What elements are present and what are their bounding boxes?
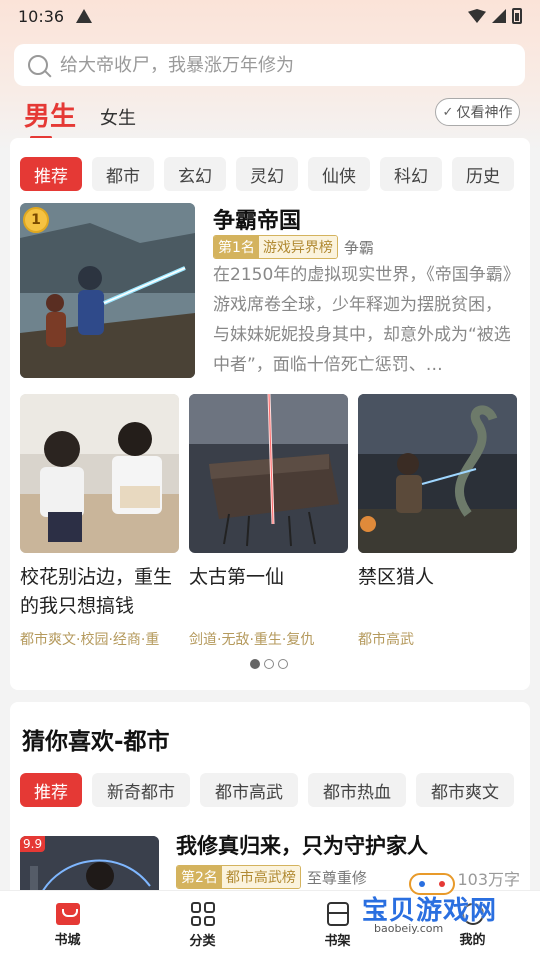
book-item[interactable]: 校花别沾边，重生的我只想搞钱 都市爽文·校园·经商·重 <box>20 394 179 649</box>
book-title[interactable]: 校花别沾边，重生的我只想搞钱 <box>20 563 179 623</box>
book-cover[interactable] <box>189 394 348 553</box>
book-title[interactable]: 太古第一仙 <box>189 563 348 623</box>
tab-male[interactable]: 男生 <box>24 96 76 139</box>
featured-book-description: 在2150年的虚拟现实世界，《帝国争霸》游戏席卷全球，少年释迦为摆脱贫困，与妹妹… <box>213 265 512 375</box>
book-tags: 都市爽文·校园·经商·重 <box>20 632 160 648</box>
book-tags: 都市高武 <box>358 632 414 648</box>
featured-book-title[interactable]: 争霸帝国 <box>213 203 301 235</box>
carousel-dot[interactable] <box>278 659 288 669</box>
chip-xianxia[interactable]: 仙侠 <box>308 157 370 191</box>
nav-label: 书城 <box>54 933 81 948</box>
carousel-indicator <box>250 659 288 669</box>
search-icon <box>28 55 48 75</box>
rank-list-name: 都市高武榜 <box>221 866 300 888</box>
warning-icon <box>76 9 93 23</box>
rank-label: 第2名 <box>177 866 222 888</box>
status-bar: 10:36 <box>0 0 540 32</box>
bookshelf-icon <box>326 902 349 926</box>
rank-list-name: 游戏异界榜 <box>258 236 337 258</box>
book-cover[interactable] <box>20 394 179 553</box>
nav-bookstore[interactable]: 书城 <box>23 903 113 948</box>
featured-card: 推荐 都市 玄幻 灵幻 仙侠 科幻 历史 1 争霸帝国 第1名 游戏异界榜 争霸… <box>10 138 530 690</box>
book-item[interactable]: 禁区猎人 都市高武 <box>358 394 517 649</box>
only-masterpiece-label: 仅看神作 <box>456 105 513 121</box>
category-icon <box>190 902 215 926</box>
genre-tag: 争霸 <box>343 238 374 257</box>
cover-art-icon <box>20 394 179 553</box>
only-masterpiece-button[interactable]: ✓ 仅看神作 <box>435 98 520 126</box>
rank-tag[interactable]: 第2名 都市高武榜 <box>176 865 301 889</box>
check-icon: ✓ <box>442 104 454 120</box>
search-input[interactable] <box>60 54 480 76</box>
recommend-book-title[interactable]: 我修真归来，只为守护家人 <box>176 830 428 860</box>
chip-history[interactable]: 历史 <box>452 157 514 191</box>
subgenre-chips: 推荐 新奇都市 都市高武 都市热血 都市爽文 <box>20 773 514 807</box>
chip-city[interactable]: 都市 <box>92 157 154 191</box>
signal-icon <box>492 9 506 23</box>
nav-category[interactable]: 分类 <box>158 902 248 949</box>
carousel-dot[interactable] <box>250 659 260 669</box>
gender-tabs: 男生 女生 <box>24 96 136 139</box>
recommend-book-tags: 第2名 都市高武榜 至尊重修 <box>176 865 367 889</box>
book-title[interactable]: 禁区猎人 <box>358 563 517 623</box>
section-title: 猜你喜欢-都市 <box>22 729 170 755</box>
book-cover[interactable] <box>358 394 517 553</box>
featured-book-tags: 第1名 游戏异界榜 争霸 <box>213 235 374 259</box>
cover-art-icon <box>20 203 195 378</box>
chip-recommend[interactable]: 推荐 <box>20 157 82 191</box>
cover-art-icon <box>189 394 348 553</box>
watermark-url: baobeiy.com <box>374 922 444 935</box>
nav-label: 书架 <box>324 934 351 949</box>
chip-recommend[interactable]: 推荐 <box>20 773 82 807</box>
rank-label: 第1名 <box>214 236 259 258</box>
search-bar[interactable] <box>14 44 525 86</box>
chip-scifi[interactable]: 科幻 <box>380 157 442 191</box>
tab-female[interactable]: 女生 <box>100 104 136 133</box>
cover-art-icon <box>358 394 517 553</box>
book-tags: 剑道·无敌·重生·复仇 <box>189 632 315 648</box>
wifi-icon <box>468 9 486 23</box>
bookstore-icon <box>55 903 80 925</box>
featured-book-cover[interactable]: 1 <box>20 203 195 378</box>
chip-city-cool[interactable]: 都市爽文 <box>416 773 514 807</box>
battery-icon <box>512 8 522 24</box>
book-item[interactable]: 太古第一仙 剑道·无敌·重生·复仇 <box>189 394 348 649</box>
rank-tag[interactable]: 第1名 游戏异界榜 <box>213 235 338 259</box>
carousel-dot[interactable] <box>264 659 274 669</box>
genre-chips: 推荐 都市 玄幻 灵幻 仙侠 科幻 历史 <box>20 157 514 191</box>
chip-linghuan[interactable]: 灵幻 <box>236 157 298 191</box>
book-grid: 校花别沾边，重生的我只想搞钱 都市爽文·校园·经商·重 太古第一仙 剑道·无敌·… <box>20 394 517 649</box>
rank-medal-icon: 1 <box>23 207 49 233</box>
chip-novel-city[interactable]: 新奇都市 <box>92 773 190 807</box>
score-badge: 9.9 <box>20 836 46 852</box>
status-time: 10:36 <box>18 6 65 26</box>
chip-xuanhuan[interactable]: 玄幻 <box>164 157 226 191</box>
genre-tag: 至尊重修 <box>306 868 367 887</box>
chip-city-martial[interactable]: 都市高武 <box>200 773 298 807</box>
watermark: 宝贝游戏网 baobeiy.com <box>362 868 532 938</box>
nav-label: 分类 <box>189 934 216 949</box>
chip-city-passion[interactable]: 都市热血 <box>308 773 406 807</box>
